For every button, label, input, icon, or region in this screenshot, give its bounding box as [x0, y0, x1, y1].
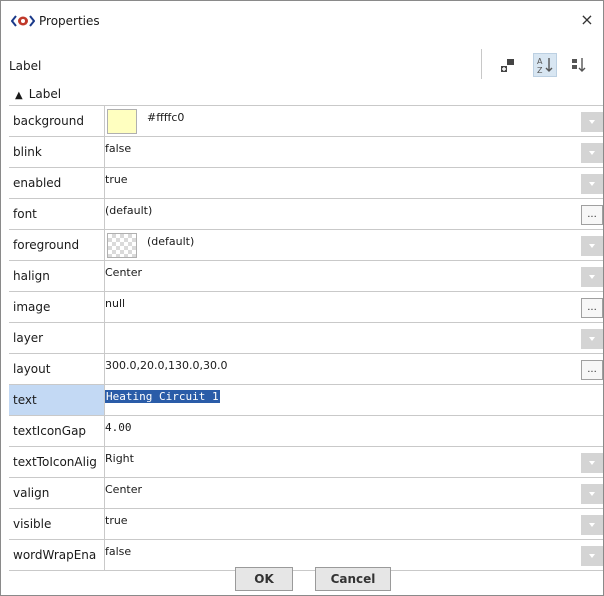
collapse-caret-icon[interactable]: ▲ [15, 90, 23, 101]
property-value: Right [105, 452, 134, 465]
text-input[interactable]: Heating Circuit 1 [105, 390, 220, 403]
toolbar: Label A Z [9, 47, 603, 83]
property-value: #ffffc0 [147, 111, 185, 124]
dropdown-button[interactable] [581, 112, 603, 132]
number-input[interactable]: 4.00 [105, 421, 132, 434]
dropdown-button[interactable] [581, 143, 603, 163]
property-name: background [9, 106, 105, 136]
property-value-cell[interactable]: #ffffc0 [105, 106, 603, 136]
property-row-visible[interactable]: visible true [9, 509, 603, 540]
property-name: valign [9, 478, 105, 508]
property-value-cell[interactable]: 300.0,20.0,130.0,30.0 ... [105, 354, 603, 384]
property-row-enabled[interactable]: enabled true [9, 168, 603, 199]
property-value-cell[interactable]: Right [105, 447, 603, 477]
property-value: true [105, 173, 128, 186]
sort-alphabetical-icon[interactable]: A Z [533, 53, 557, 77]
property-name: font [9, 199, 105, 229]
property-value: Center [105, 483, 143, 496]
properties-dialog: Properties × Label A Z ▲ Label backgroun… [0, 0, 604, 596]
property-row-background[interactable]: background #ffffc0 [9, 106, 603, 137]
cancel-button[interactable]: Cancel [315, 567, 391, 591]
dropdown-button[interactable] [581, 453, 603, 473]
property-value-cell[interactable]: false [105, 137, 603, 167]
property-row-font[interactable]: font (default) ... [9, 199, 603, 230]
property-row-layer[interactable]: layer [9, 323, 603, 354]
property-value: null [105, 297, 126, 310]
dialog-footer: OK Cancel [1, 563, 603, 595]
property-value-cell[interactable]: null ... [105, 292, 603, 322]
property-name: textIconGap [9, 416, 105, 446]
color-swatch[interactable] [107, 233, 137, 258]
property-value: false [105, 545, 132, 558]
property-row-foreground[interactable]: foreground (default) [9, 230, 603, 261]
sort-category-icon[interactable] [567, 53, 591, 77]
dropdown-button[interactable] [581, 484, 603, 504]
svg-text:A: A [537, 57, 543, 66]
property-grid: background #ffffc0 blink false enabled t… [9, 105, 603, 571]
property-value: (default) [105, 204, 153, 217]
property-value-cell[interactable]: 4.00 [105, 416, 603, 446]
property-value: Center [105, 266, 143, 279]
property-value-cell[interactable]: (default) [105, 230, 603, 260]
ellipsis-button[interactable]: ... [581, 360, 603, 380]
ellipsis-button[interactable]: ... [581, 298, 603, 318]
property-value: true [105, 514, 128, 527]
property-name: visible [9, 509, 105, 539]
property-value-cell[interactable]: true [105, 509, 603, 539]
ellipsis-button[interactable]: ... [581, 205, 603, 225]
dropdown-button[interactable] [581, 329, 603, 349]
property-value: (default) [147, 235, 195, 248]
property-name: layer [9, 323, 105, 353]
property-name: enabled [9, 168, 105, 198]
app-logo-icon [10, 14, 36, 28]
property-row-blink[interactable]: blink false [9, 137, 603, 168]
svg-text:Z: Z [537, 66, 543, 75]
dropdown-button[interactable] [581, 174, 603, 194]
property-name: blink [9, 137, 105, 167]
close-button[interactable]: × [577, 10, 597, 30]
dropdown-button[interactable] [581, 515, 603, 535]
property-name: halign [9, 261, 105, 291]
dropdown-button[interactable] [581, 267, 603, 287]
property-row-valign[interactable]: valign Center [9, 478, 603, 509]
property-name: text [9, 385, 105, 415]
property-row-image[interactable]: image null ... [9, 292, 603, 323]
dropdown-button[interactable] [581, 236, 603, 256]
component-label: Label [9, 59, 42, 73]
property-name: foreground [9, 230, 105, 260]
group-label: Label [28, 87, 62, 101]
property-name: image [9, 292, 105, 322]
ok-button[interactable]: OK [235, 567, 293, 591]
property-name: layout [9, 354, 105, 384]
property-value-cell[interactable] [105, 323, 603, 353]
property-name: textToIconAlig [9, 447, 105, 477]
title-bar[interactable]: Properties × [1, 1, 603, 41]
property-value-cell[interactable]: true [105, 168, 603, 198]
property-value: 300.0,20.0,130.0,30.0 [105, 359, 228, 372]
property-group-header[interactable]: ▲ Label [15, 87, 61, 105]
property-row-layout[interactable]: layout 300.0,20.0,130.0,30.0 ... [9, 354, 603, 385]
property-row-texticongap[interactable]: textIconGap 4.00 [9, 416, 603, 447]
property-value-cell[interactable]: (default) ... [105, 199, 603, 229]
property-value: false [105, 142, 132, 155]
property-value-cell[interactable]: Center [105, 261, 603, 291]
property-row-halign[interactable]: halign Center [9, 261, 603, 292]
property-row-text[interactable]: text Heating Circuit 1 [9, 385, 603, 416]
dialog-title: Properties [39, 14, 100, 28]
property-row-texttoiconalign[interactable]: textToIconAlig Right [9, 447, 603, 478]
add-property-icon[interactable] [497, 53, 521, 77]
property-value-cell[interactable]: Center [105, 478, 603, 508]
toolbar-separator [481, 49, 482, 79]
color-swatch[interactable] [107, 109, 137, 134]
property-value-cell[interactable]: Heating Circuit 1 [105, 385, 603, 415]
